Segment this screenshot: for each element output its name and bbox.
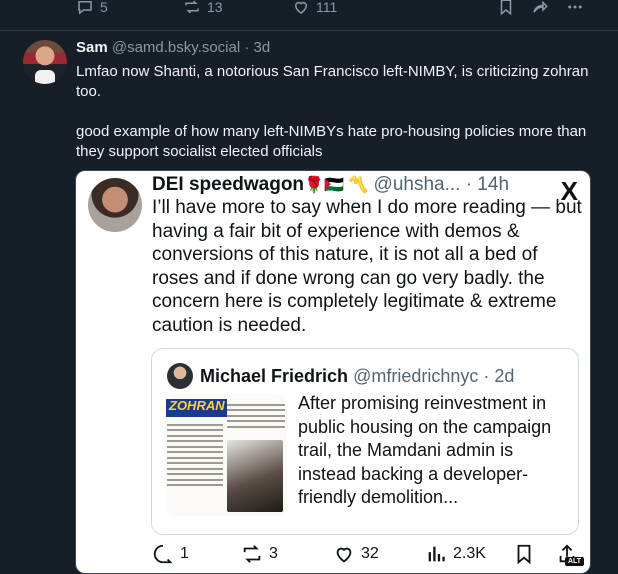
post-paragraph-1: Lmfao now Shanti, a notorious San Franci… — [76, 63, 589, 100]
embed-author-emoji: 🌹🇵🇸 〽️ — [304, 177, 369, 194]
more-options-button[interactable] — [566, 0, 584, 16]
thumbnail-photo — [227, 440, 283, 512]
embed-like: 32 — [333, 543, 379, 565]
like-button[interactable]: 111 — [292, 0, 337, 16]
bookmark-icon — [500, 0, 512, 16]
embed-header: DEI speedwagon🌹🇵🇸 〽️ @uhsha... · 14h — [152, 174, 509, 196]
quote-header: Michael Friedrich @mfriedrichnyc · 2d — [200, 366, 514, 387]
embed-author-handle: @uhsha... · 14h — [373, 174, 510, 195]
alt-text-badge[interactable]: ALT — [565, 557, 585, 566]
repost-icon — [243, 545, 261, 563]
embed-views-count: 2.3K — [453, 545, 486, 562]
bookmark-icon — [517, 544, 531, 565]
reply-count: 5 — [100, 0, 108, 15]
post-time[interactable]: · 3d — [244, 39, 270, 56]
thumbnail-text-lines-right — [227, 400, 285, 431]
author-handle[interactable]: @samd.bsky.social — [112, 39, 240, 56]
repost-button[interactable]: 13 — [183, 0, 223, 16]
embed-avatar — [88, 178, 142, 232]
post-paragraph-2: good example of how many left-NIMBYs hat… — [76, 123, 587, 160]
more-icon — [568, 5, 582, 9]
like-icon — [294, 1, 308, 14]
repost-icon — [185, 0, 199, 14]
embed-text: I’ll have more to say when I do more rea… — [152, 197, 582, 336]
thumbnail-text-lines — [167, 420, 223, 490]
embed-repost-count: 3 — [269, 545, 278, 562]
reply-icon — [78, 1, 92, 15]
quote-text: After promising reinvestment in public h… — [298, 393, 552, 507]
reply-icon — [153, 544, 173, 564]
like-count: 111 — [316, 0, 338, 15]
quote-thumbnail: ZOHRAN — [165, 394, 287, 516]
embed-actions: 1 3 32 2.3K ALT — [76, 543, 590, 573]
quote-avatar — [167, 363, 193, 389]
post-header: Sam @samd.bsky.social · 3d — [76, 39, 270, 56]
embed-views: 2.3K — [425, 543, 486, 565]
author-name[interactable]: Sam — [76, 39, 108, 56]
thumbnail-banner: ZOHRAN — [166, 399, 227, 417]
embed-repost: 3 — [241, 543, 278, 565]
embed-like-count: 32 — [361, 545, 379, 562]
quote-author-handle: @mfriedrichnyc · 2d — [353, 366, 515, 386]
post-text: Lmfao now Shanti, a notorious San Franci… — [76, 62, 596, 182]
previous-post-actions: 5 13 111 — [0, 0, 618, 20]
reply-button[interactable]: 5 — [76, 0, 108, 16]
repost-count: 13 — [207, 0, 223, 15]
embed-reply-count: 1 — [180, 545, 189, 562]
share-icon — [533, 0, 548, 13]
embedded-image[interactable]: DEI speedwagon🌹🇵🇸 〽️ @uhsha... · 14h X I… — [75, 170, 591, 574]
embed-reply: 1 — [152, 543, 189, 565]
divider — [0, 30, 618, 31]
embed-author-name: DEI speedwagon — [152, 174, 305, 195]
like-icon — [336, 547, 352, 563]
views-icon — [428, 546, 445, 562]
avatar[interactable] — [23, 40, 67, 84]
quoted-post: Michael Friedrich @mfriedrichnyc · 2d ZO… — [151, 348, 579, 535]
embed-bookmark — [513, 543, 535, 565]
bookmark-button[interactable] — [497, 0, 515, 16]
quote-author-name: Michael Friedrich — [200, 366, 349, 386]
share-button[interactable] — [531, 0, 549, 16]
